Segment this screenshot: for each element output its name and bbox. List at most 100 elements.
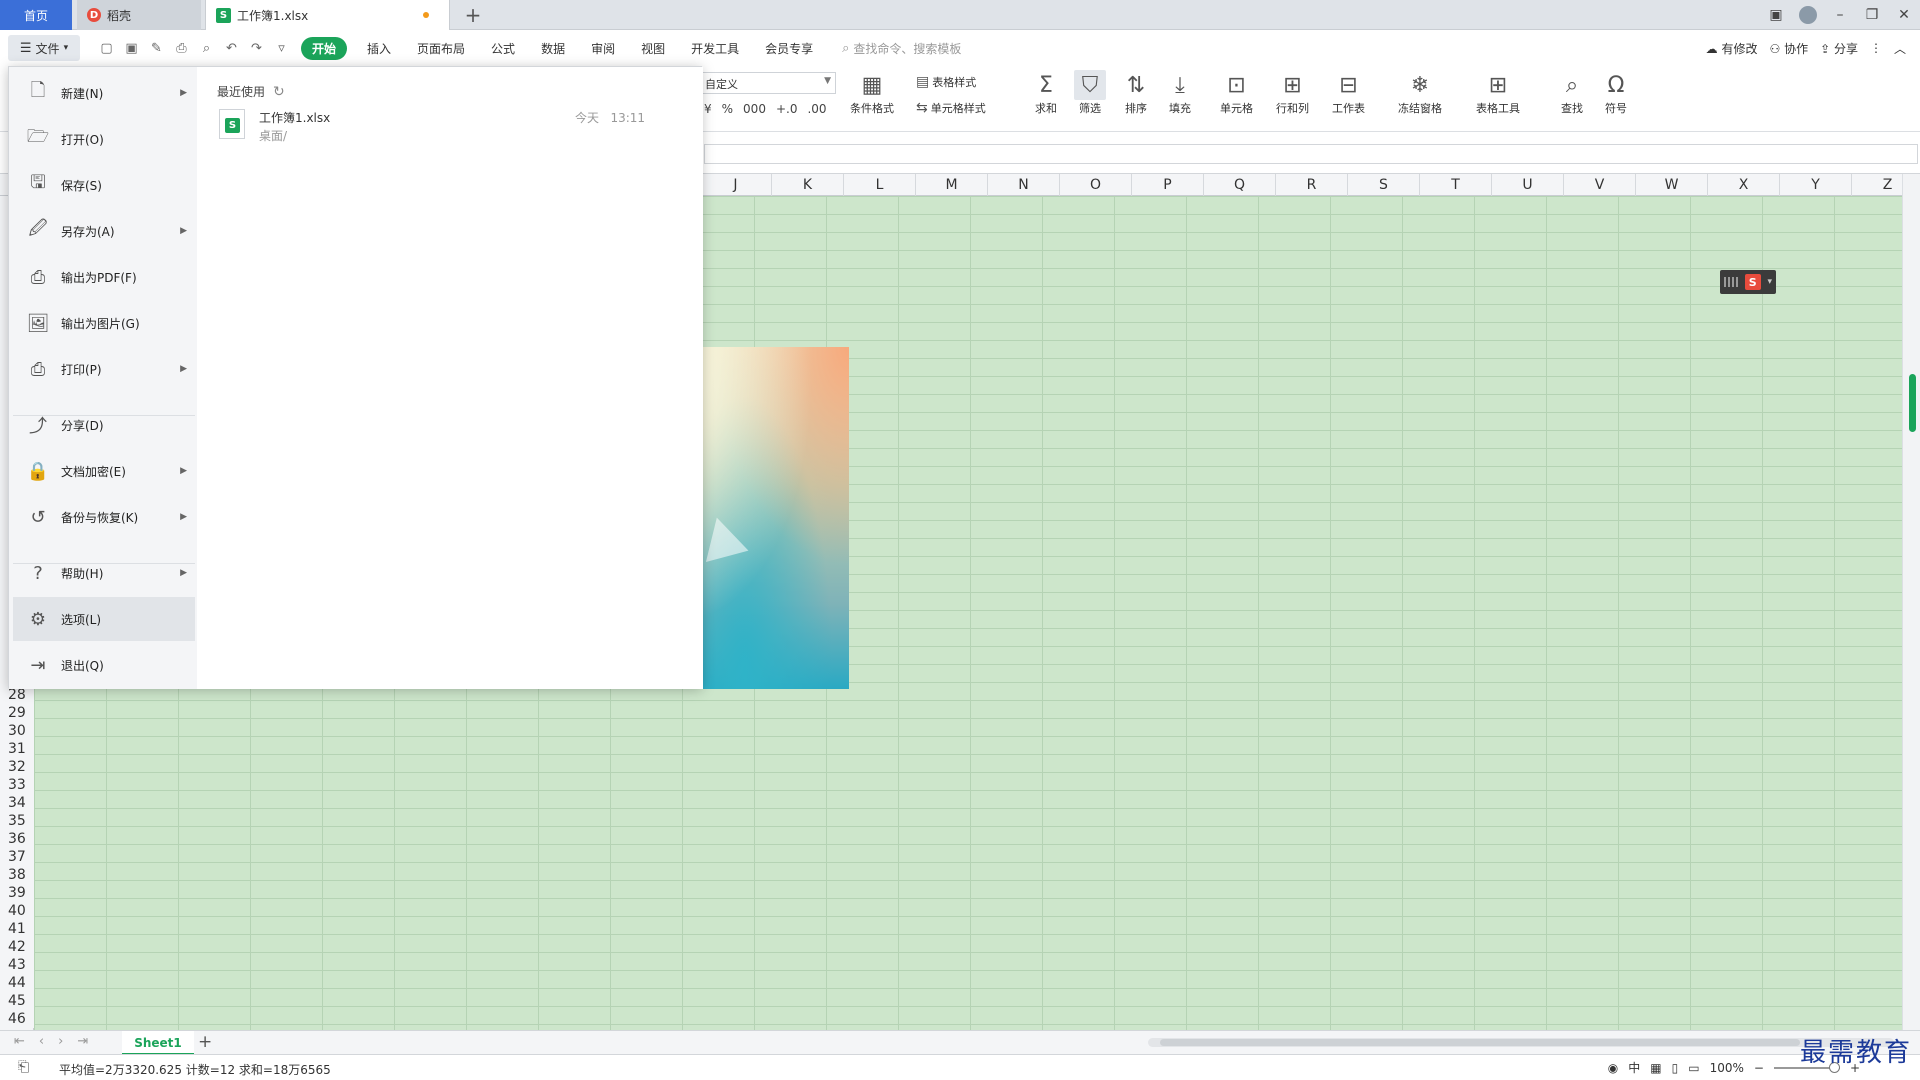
eye-protect-icon[interactable]: ◉ bbox=[1608, 1061, 1618, 1075]
column-header[interactable]: J bbox=[700, 174, 772, 196]
column-header[interactable]: P bbox=[1132, 174, 1204, 196]
column-header[interactable]: R bbox=[1276, 174, 1348, 196]
file-menu-button[interactable]: ☰ 文件 ▾ bbox=[8, 35, 80, 61]
horizontal-scrollbar[interactable] bbox=[1148, 1038, 1894, 1047]
sum-button[interactable]: Σ 求和 bbox=[1030, 70, 1062, 116]
print-preview-icon[interactable]: ⌕ bbox=[194, 41, 219, 56]
row-header[interactable]: 38 bbox=[0, 866, 34, 884]
format-painter-icon[interactable]: ✎ bbox=[144, 41, 169, 56]
row-header[interactable]: 43 bbox=[0, 956, 34, 974]
add-sheet-button[interactable]: + bbox=[198, 1032, 212, 1052]
recent-file-item[interactable]: S 工作簿1.xlsx 桌面/ 今天 13:11 bbox=[219, 107, 683, 147]
freeze-panes-button[interactable]: ❄ 冻结窗格 bbox=[1398, 70, 1442, 116]
redo-icon[interactable]: ↷ bbox=[244, 41, 269, 56]
file-menu-item-backup[interactable]: ↺ 备份与恢复(K) ▶ bbox=[13, 495, 195, 539]
ribbon-tab-home[interactable]: 开始 bbox=[301, 36, 348, 60]
column-header[interactable]: T bbox=[1420, 174, 1492, 196]
cond-format-button[interactable]: ▦ 条件格式 bbox=[850, 70, 894, 116]
customize-icon[interactable]: ▿ bbox=[269, 41, 294, 56]
row-header[interactable]: 39 bbox=[0, 884, 34, 902]
tab-docer[interactable]: D 稻壳 bbox=[77, 0, 201, 30]
table-tools-button[interactable]: ⊞ 表格工具 bbox=[1476, 70, 1520, 116]
collapse-ribbon-icon[interactable]: ︿ bbox=[1894, 40, 1906, 57]
file-menu-item-export-pdf[interactable]: ⎙ 输出为PDF(F) bbox=[13, 255, 195, 299]
sort-button[interactable]: ⇅ 排序 bbox=[1120, 70, 1152, 116]
undo-icon[interactable]: ↶ bbox=[219, 41, 244, 56]
restore-button[interactable]: ❐ bbox=[1856, 7, 1888, 23]
percent-icon[interactable]: % bbox=[722, 102, 733, 116]
row-header[interactable]: 46 bbox=[0, 1010, 34, 1028]
vertical-scrollbar[interactable] bbox=[1902, 174, 1920, 1030]
more-icon[interactable]: ⋮ bbox=[1870, 41, 1882, 55]
save-icon[interactable]: ▣ bbox=[119, 41, 144, 56]
horizontal-scroll-thumb[interactable] bbox=[1160, 1039, 1800, 1046]
sheet-tab-sheet1[interactable]: Sheet1 bbox=[122, 1031, 194, 1055]
column-header[interactable]: U bbox=[1492, 174, 1564, 196]
ribbon-tab-insert[interactable]: 插入 bbox=[361, 37, 397, 60]
column-header[interactable]: W bbox=[1636, 174, 1708, 196]
prev-sheet-icon[interactable]: ‹ bbox=[39, 1034, 44, 1049]
file-menu-item-new[interactable]: 🗋 新建(N) ▶ bbox=[13, 71, 195, 115]
avatar[interactable] bbox=[1799, 6, 1817, 24]
row-header[interactable]: 45 bbox=[0, 992, 34, 1010]
macro-icon[interactable]: ⎗ bbox=[18, 1059, 29, 1075]
row-header[interactable]: 33 bbox=[0, 776, 34, 794]
file-menu-item-open[interactable]: 🗁 打开(O) bbox=[13, 117, 195, 161]
column-header[interactable]: N bbox=[988, 174, 1060, 196]
file-menu-item-save-as[interactable]: 🖉 另存为(A) ▶ bbox=[13, 209, 195, 253]
row-header[interactable]: 29 bbox=[0, 704, 34, 722]
decrease-decimal-icon[interactable]: .00 bbox=[807, 102, 826, 116]
row-header[interactable]: 37 bbox=[0, 848, 34, 866]
increase-decimal-icon[interactable]: +.0 bbox=[776, 102, 798, 116]
ribbon-tab-review[interactable]: 审阅 bbox=[585, 37, 621, 60]
row-col-button[interactable]: ⊞ 行和列 bbox=[1276, 70, 1309, 116]
command-search[interactable]: ⌕ 查找命令、搜索模板 bbox=[842, 40, 961, 57]
column-header[interactable]: V bbox=[1564, 174, 1636, 196]
new-doc-icon[interactable]: ▢ bbox=[94, 41, 119, 56]
file-menu-item-share[interactable]: ⤴ 分享(D) bbox=[13, 403, 195, 447]
ribbon-tab-data[interactable]: 数据 bbox=[535, 37, 571, 60]
page-layout-view-icon[interactable]: ▯ bbox=[1672, 1061, 1679, 1075]
row-header[interactable]: 44 bbox=[0, 974, 34, 992]
file-menu-item-options[interactable]: ⚙ 选项(L) bbox=[13, 597, 195, 641]
tab-home[interactable]: 首页 bbox=[0, 0, 72, 30]
collab-button[interactable]: ⚇ 协作 bbox=[1770, 40, 1809, 57]
zoom-level[interactable]: 100% bbox=[1710, 1061, 1744, 1075]
row-header[interactable]: 32 bbox=[0, 758, 34, 776]
close-button[interactable]: ✕ bbox=[1888, 7, 1920, 23]
column-header[interactable]: M bbox=[916, 174, 988, 196]
first-sheet-icon[interactable]: ⇤ bbox=[14, 1034, 25, 1049]
file-menu-item-export-image[interactable]: 🖼 输出为图片(G) bbox=[13, 301, 195, 345]
row-header[interactable]: 34 bbox=[0, 794, 34, 812]
new-tab-button[interactable]: + bbox=[458, 0, 488, 30]
cell-button[interactable]: ⊡ 单元格 bbox=[1220, 70, 1253, 116]
fill-button[interactable]: ⤓ 填充 bbox=[1164, 70, 1196, 116]
next-sheet-icon[interactable]: › bbox=[58, 1034, 63, 1049]
row-header[interactable]: 36 bbox=[0, 830, 34, 848]
print-icon[interactable]: ⎙ bbox=[169, 41, 194, 56]
column-header[interactable]: X bbox=[1708, 174, 1780, 196]
ribbon-tab-formula[interactable]: 公式 bbox=[485, 37, 521, 60]
column-header[interactable]: S bbox=[1348, 174, 1420, 196]
worksheet-button[interactable]: ⊟ 工作表 bbox=[1332, 70, 1365, 116]
ribbon-tab-view[interactable]: 视图 bbox=[635, 37, 671, 60]
vertical-scroll-thumb[interactable] bbox=[1909, 374, 1916, 432]
row-header[interactable]: 30 bbox=[0, 722, 34, 740]
currency-icon[interactable]: ¥ bbox=[704, 102, 712, 116]
find-button[interactable]: ⌕ 查找 bbox=[1556, 70, 1588, 116]
formula-input[interactable] bbox=[704, 144, 1918, 164]
last-sheet-icon[interactable]: ⇥ bbox=[77, 1034, 88, 1049]
symbol-button[interactable]: Ω 符号 bbox=[1600, 70, 1632, 116]
ime-toolbar[interactable]: S ▾ bbox=[1720, 270, 1776, 294]
tab-workbook[interactable]: S 工作簿1.xlsx bbox=[205, 0, 450, 30]
minimize-button[interactable]: – bbox=[1824, 7, 1856, 23]
file-menu-item-exit[interactable]: ⇥ 退出(Q) bbox=[13, 643, 195, 687]
row-header[interactable]: 31 bbox=[0, 740, 34, 758]
input-mode[interactable]: 中 bbox=[1628, 1059, 1640, 1076]
normal-view-icon[interactable]: ▦ bbox=[1650, 1061, 1661, 1075]
page-break-view-icon[interactable]: ▭ bbox=[1688, 1061, 1699, 1075]
modified-button[interactable]: ☁ 有修改 bbox=[1706, 40, 1758, 57]
ribbon-tab-member[interactable]: 会员专享 bbox=[759, 37, 819, 60]
ribbon-tab-page-layout[interactable]: 页面布局 bbox=[411, 37, 471, 60]
share-button[interactable]: ⇪ 分享 bbox=[1820, 40, 1858, 57]
